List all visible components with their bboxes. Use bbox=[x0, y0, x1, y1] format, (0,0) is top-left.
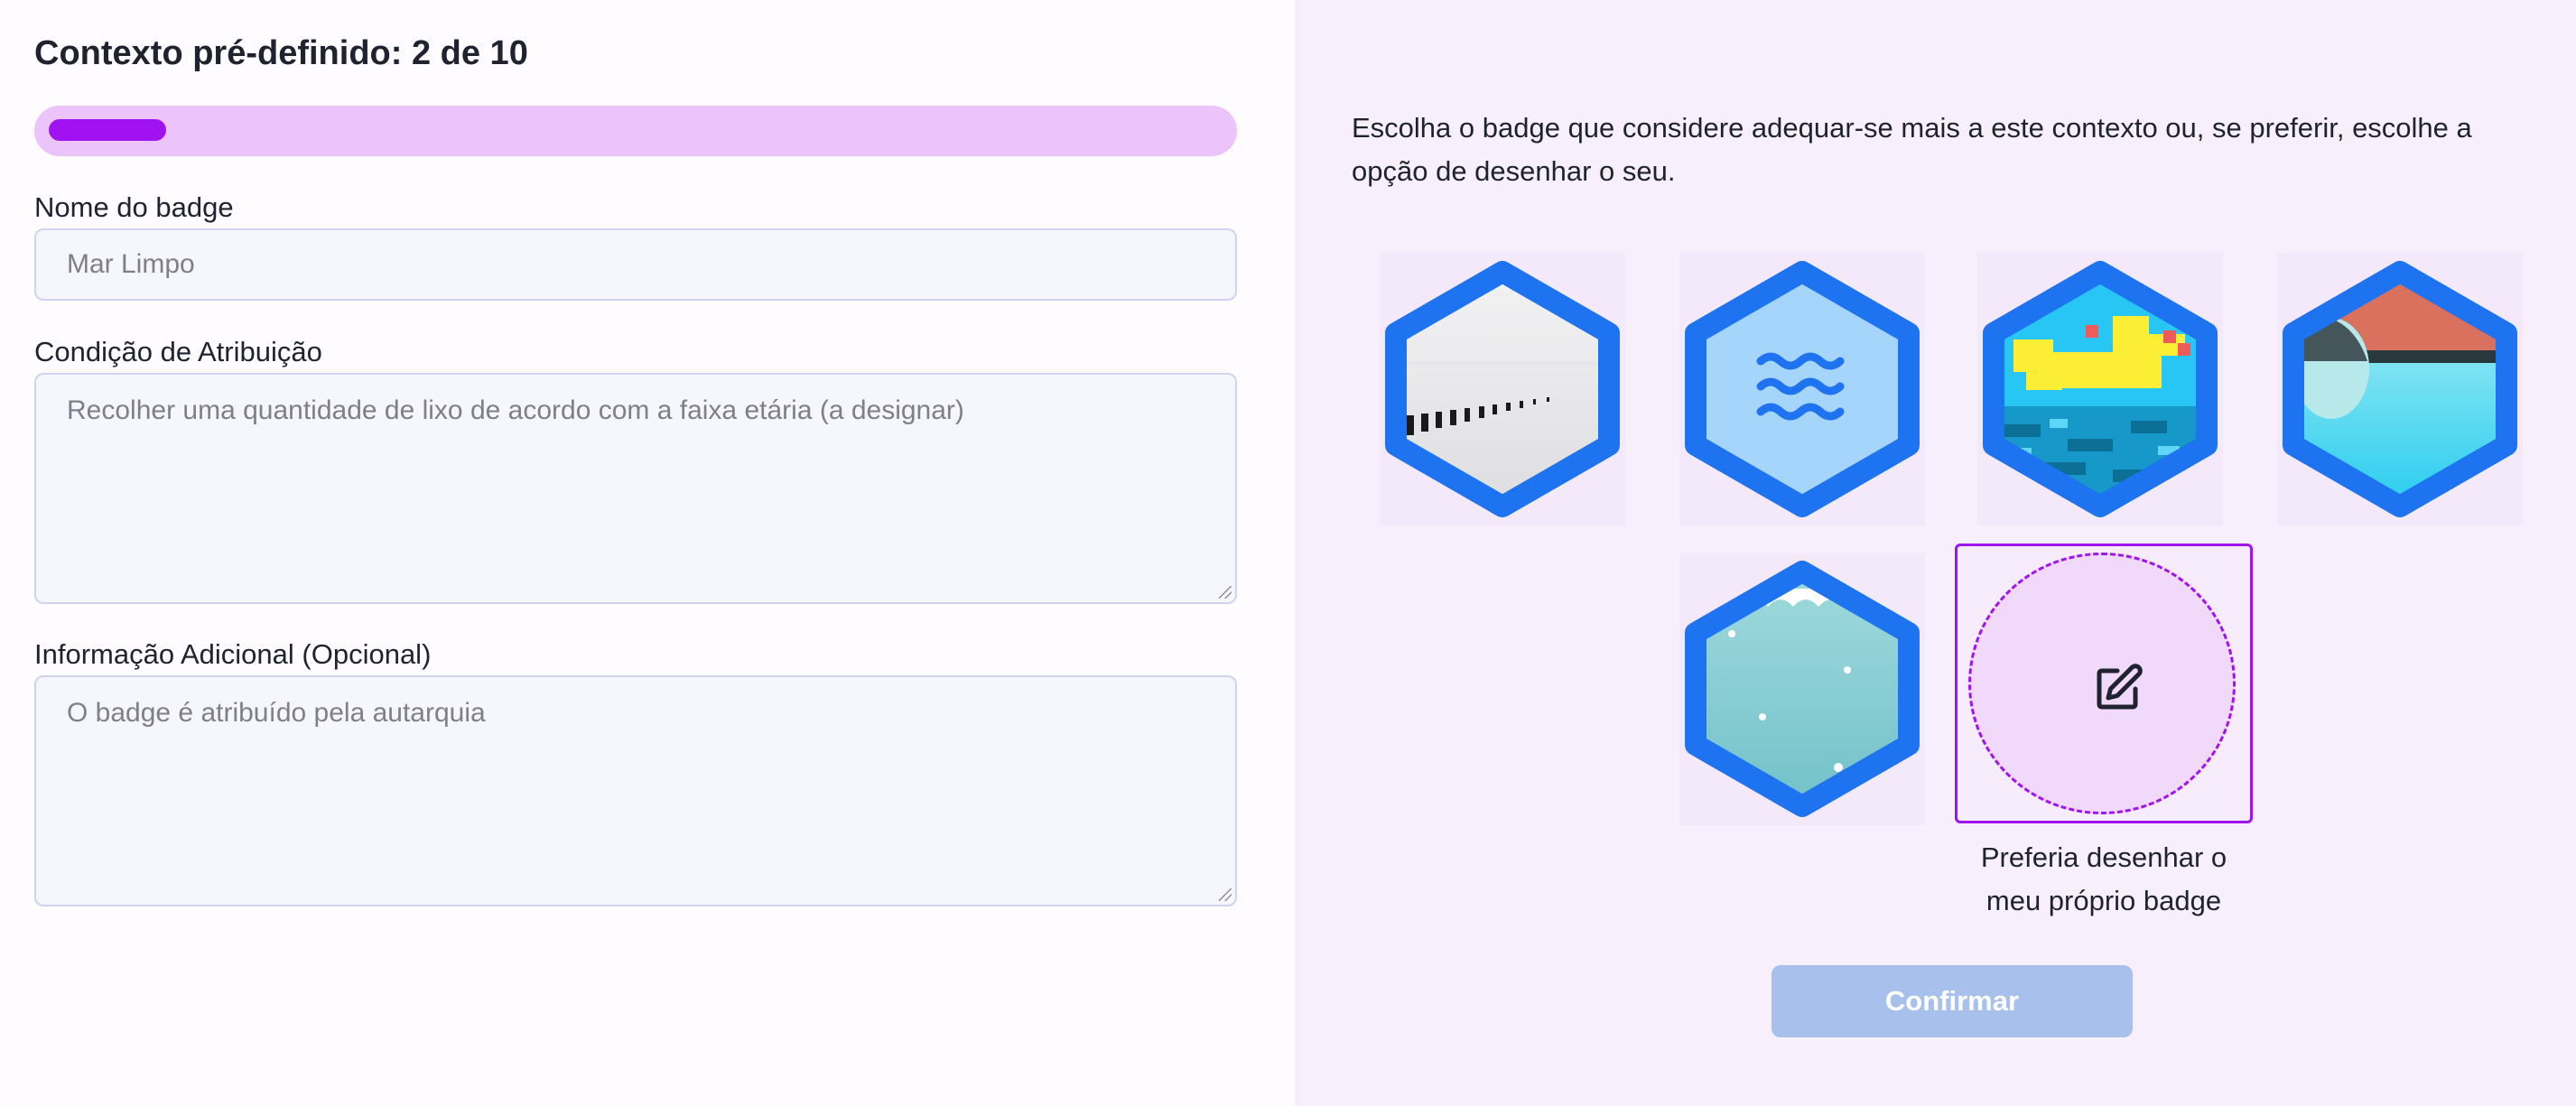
progress-bar bbox=[34, 106, 1237, 156]
pixel-art-sea-icon bbox=[1983, 261, 2218, 517]
waves-icon bbox=[1685, 261, 1920, 517]
sunset-sea-icon bbox=[2283, 261, 2517, 517]
badge-name-label: Nome do badge bbox=[34, 191, 234, 223]
progress-fill bbox=[49, 119, 166, 141]
edit-icon bbox=[2097, 664, 2143, 710]
extra-info-textarea[interactable]: O badge é atribuído pela autarquia bbox=[34, 675, 1237, 906]
page-title: Contexto pré-definido: 2 de 10 bbox=[34, 34, 528, 72]
underwater-icon bbox=[1685, 561, 1920, 817]
form-panel: Contexto pré-definido: 2 de 10 Nome do b… bbox=[0, 0, 1295, 1106]
draw-own-badge-option[interactable] bbox=[1955, 544, 2253, 823]
badge-option-1[interactable] bbox=[1380, 253, 1625, 525]
confirm-button[interactable]: Confirmar bbox=[1772, 965, 2133, 1037]
badge-option-5[interactable] bbox=[1679, 553, 1925, 825]
extra-info-label: Informação Adicional (Opcional) bbox=[34, 638, 432, 670]
foggy-pier-image-icon bbox=[1385, 261, 1620, 517]
condition-textarea[interactable]: Recolher uma quantidade de lixo de acord… bbox=[34, 373, 1237, 604]
badge-name-input[interactable]: Mar Limpo bbox=[34, 228, 1237, 301]
instructions-text: Escolha o badge que considere adequar-se… bbox=[1352, 112, 2472, 187]
badge-option-2[interactable] bbox=[1679, 253, 1925, 525]
draw-own-badge-caption: Preferia desenhar o meu próprio badge bbox=[1980, 841, 2227, 916]
draw-placeholder-circle bbox=[1968, 553, 2236, 814]
badge-option-4[interactable] bbox=[2277, 253, 2523, 525]
condition-label: Condição de Atribuição bbox=[34, 336, 322, 367]
badge-option-3[interactable] bbox=[1977, 253, 2223, 525]
